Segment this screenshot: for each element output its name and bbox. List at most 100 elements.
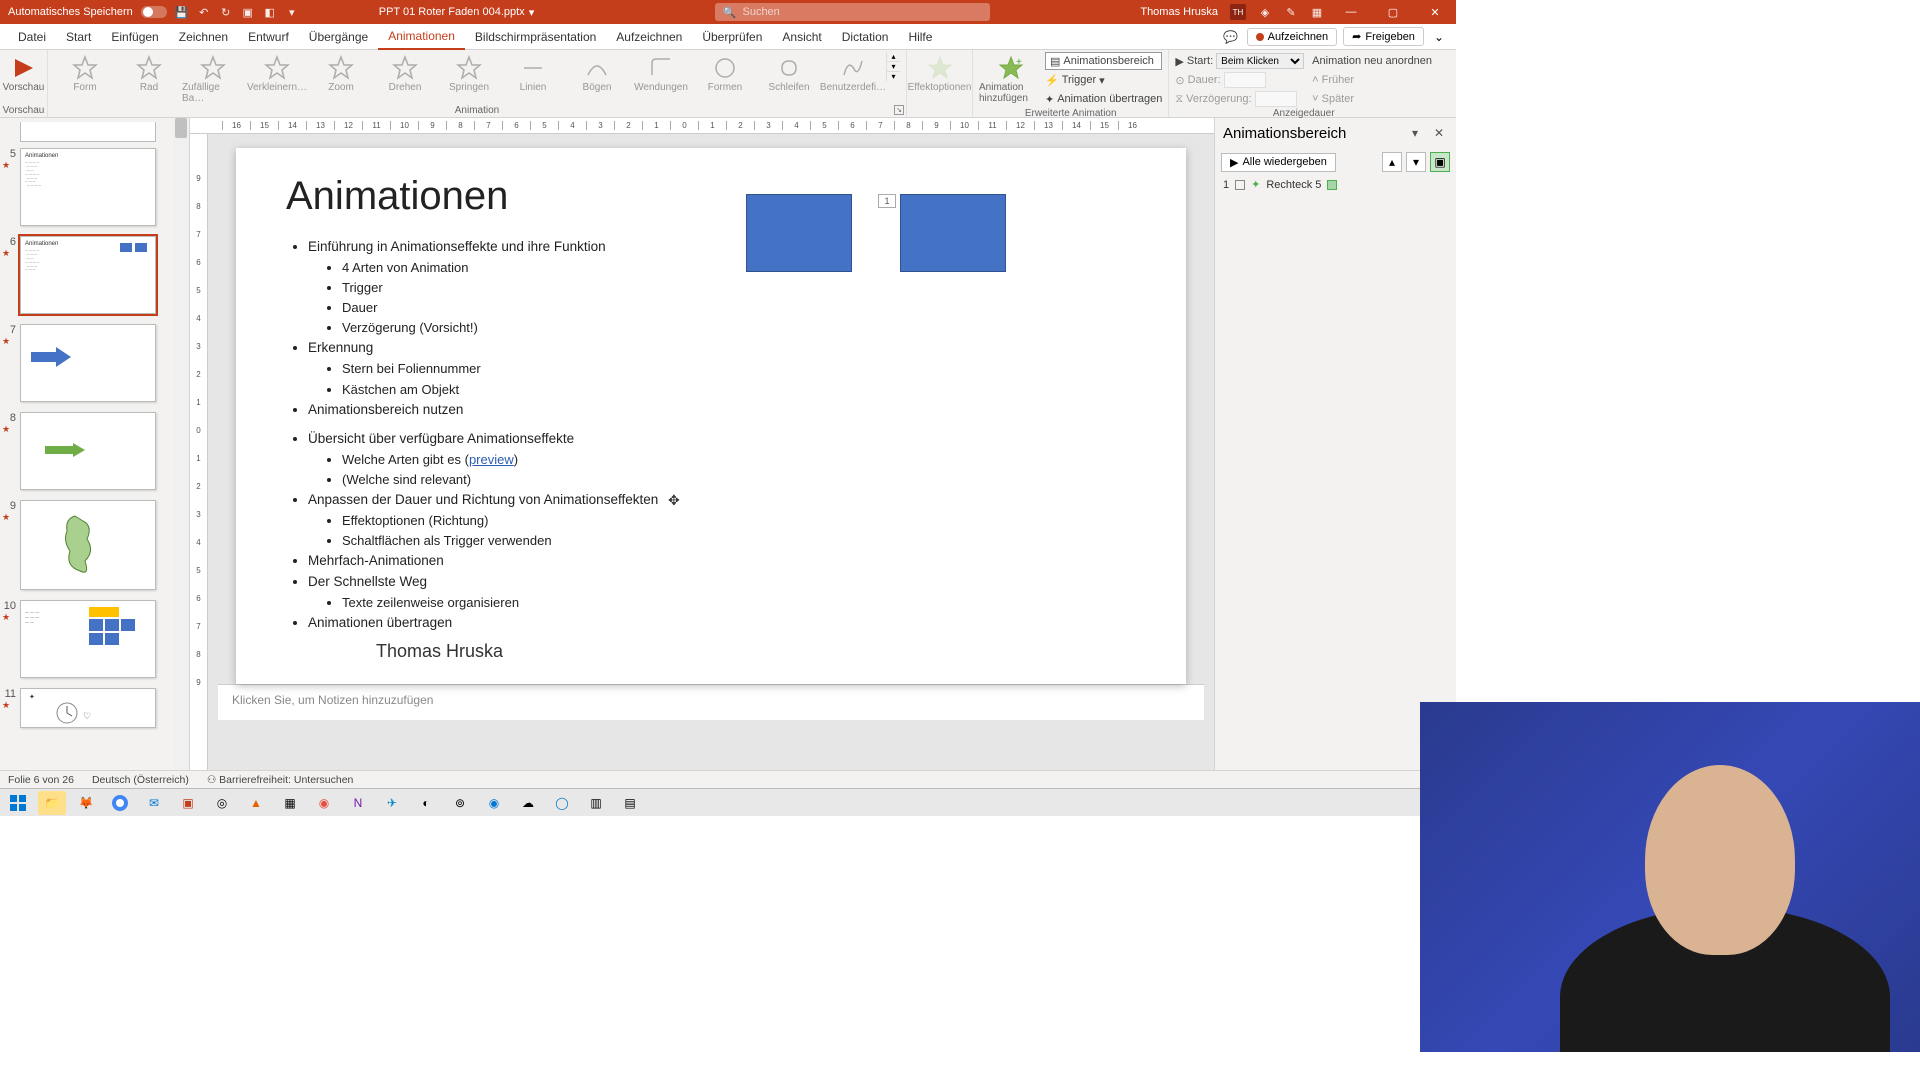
app-icon-7[interactable]: ☁: [514, 791, 542, 815]
slide-canvas[interactable]: Animationen Einführung in Animationseffe…: [236, 148, 1186, 684]
language-status[interactable]: Deutsch (Österreich): [92, 774, 189, 786]
app-icon-6[interactable]: ◉: [480, 791, 508, 815]
tab-hilfe[interactable]: Hilfe: [898, 24, 942, 50]
tab-start[interactable]: Start: [56, 24, 101, 50]
timeline-button[interactable]: ▣: [1430, 152, 1450, 172]
tab-einfuegen[interactable]: Einfügen: [101, 24, 168, 50]
redo-icon[interactable]: ↻: [219, 5, 233, 19]
minimize-button[interactable]: —: [1336, 0, 1366, 24]
app-icon-9[interactable]: ▤: [616, 791, 644, 815]
effect-springen[interactable]: Springen: [438, 52, 500, 93]
effect-zoom[interactable]: Zoom: [310, 52, 372, 93]
telegram-icon[interactable]: ✈: [378, 791, 406, 815]
move-earlier-button[interactable]: ˄Früher: [1312, 71, 1432, 89]
tab-aufzeichnen[interactable]: Aufzeichnen: [606, 24, 692, 50]
preview-button[interactable]: Vorschau: [2, 52, 46, 93]
user-avatar[interactable]: TH: [1230, 4, 1246, 20]
slide-thumb-partial[interactable]: [20, 122, 156, 142]
app-icon-3[interactable]: ◉: [310, 791, 338, 815]
tab-ansicht[interactable]: Ansicht: [772, 24, 831, 50]
animation-tag[interactable]: 1: [878, 194, 896, 208]
effect-formen[interactable]: Formen: [694, 52, 756, 93]
pane-options-icon[interactable]: ▾: [1406, 124, 1424, 142]
app-icon[interactable]: ◎: [208, 791, 236, 815]
slide-thumb-8[interactable]: 8★: [2, 412, 171, 490]
app-icon-8[interactable]: ▥: [582, 791, 610, 815]
slide-thumb-9[interactable]: 9★: [2, 500, 171, 590]
tab-ueberpruefen[interactable]: Überprüfen: [692, 24, 772, 50]
search-box[interactable]: 🔍: [715, 3, 990, 21]
accessibility-status[interactable]: ⚇ Barrierefreiheit: Untersuchen: [207, 774, 354, 786]
start-button[interactable]: [4, 791, 32, 815]
tab-bildschirmpraesentation[interactable]: Bildschirmpräsentation: [465, 24, 606, 50]
tab-dictation[interactable]: Dictation: [832, 24, 899, 50]
add-animation-button[interactable]: + Animation hinzufügen: [979, 52, 1043, 104]
qat-more-icon[interactable]: ▾: [285, 5, 299, 19]
user-name[interactable]: Thomas Hruska: [1140, 6, 1218, 18]
touch-icon[interactable]: ◧: [263, 5, 277, 19]
slide-thumb-11[interactable]: 11★ ✦♡: [2, 688, 171, 728]
autosave-toggle[interactable]: [141, 6, 167, 18]
record-button[interactable]: Aufzeichnen: [1247, 28, 1338, 46]
animation-item[interactable]: 1 ✦ Rechteck 5: [1215, 176, 1456, 193]
tab-animationen[interactable]: Animationen: [378, 24, 465, 50]
tab-uebergaenge[interactable]: Übergänge: [299, 24, 378, 50]
trigger-button[interactable]: ⚡Trigger ▾: [1045, 71, 1162, 89]
edge-icon[interactable]: ◯: [548, 791, 576, 815]
file-explorer-icon[interactable]: 📁: [38, 791, 66, 815]
notes-pane[interactable]: Klicken Sie, um Notizen hinzuzufügen: [218, 684, 1204, 720]
tab-zeichnen[interactable]: Zeichnen: [169, 24, 238, 50]
effect-verkleinern[interactable]: Verkleinern…: [246, 52, 308, 93]
chrome-icon[interactable]: [106, 791, 134, 815]
move-up-button[interactable]: ▴: [1382, 152, 1402, 172]
ribbon-options-icon[interactable]: ⌄: [1430, 30, 1448, 44]
coming-soon-icon[interactable]: ◈: [1258, 5, 1272, 19]
undo-icon[interactable]: ↶: [197, 5, 211, 19]
app-icon-4[interactable]: ◐: [412, 791, 440, 815]
slide-thumb-10[interactable]: 10★ — — —— — —— —: [2, 600, 171, 678]
play-all-button[interactable]: ▶Alle wiedergeben: [1221, 153, 1336, 172]
effect-boegen[interactable]: Bögen: [566, 52, 628, 93]
animation-pane-button[interactable]: ▤Animationsbereich: [1045, 52, 1162, 70]
effect-schleifen[interactable]: Schleifen: [758, 52, 820, 93]
start-select[interactable]: Beim Klicken: [1216, 53, 1304, 69]
slide-body[interactable]: Einführung in Animationseffekte und ihre…: [286, 237, 1136, 634]
gallery-scroll[interactable]: ▴ ▾ ▾: [886, 52, 900, 81]
delay-input[interactable]: [1255, 91, 1297, 107]
tab-entwurf[interactable]: Entwurf: [238, 24, 299, 50]
rectangle-shape-1[interactable]: [746, 194, 852, 272]
app-icon-5[interactable]: ⊚: [446, 791, 474, 815]
effect-drehen[interactable]: Drehen: [374, 52, 436, 93]
firefox-icon[interactable]: 🦊: [72, 791, 100, 815]
slide-author[interactable]: Thomas Hruska: [376, 641, 503, 662]
close-button[interactable]: ✕: [1420, 0, 1450, 24]
effect-options-button[interactable]: Effektoptionen: [910, 52, 970, 93]
slide-thumb-5[interactable]: 5★ Animationen— — — — — — — — —— — — — —…: [2, 148, 171, 226]
thumbnail-scrollbar[interactable]: [173, 118, 189, 770]
effect-form[interactable]: Form: [54, 52, 116, 93]
duration-input[interactable]: [1224, 72, 1266, 88]
preview-link[interactable]: preview: [469, 452, 514, 467]
rectangle-shape-2[interactable]: [900, 194, 1006, 272]
effect-rad[interactable]: Rad: [118, 52, 180, 93]
slide-thumb-7[interactable]: 7★: [2, 324, 171, 402]
powerpoint-icon[interactable]: ▣: [174, 791, 202, 815]
effect-linien[interactable]: Linien: [502, 52, 564, 93]
animation-painter-button[interactable]: ✦Animation übertragen: [1045, 90, 1162, 108]
close-pane-icon[interactable]: ✕: [1430, 124, 1448, 142]
draw-icon[interactable]: ✎: [1284, 5, 1298, 19]
maximize-button[interactable]: ▢: [1378, 0, 1408, 24]
vlc-icon[interactable]: ▲: [242, 791, 270, 815]
save-icon[interactable]: 💾: [175, 5, 189, 19]
outlook-icon[interactable]: ✉: [140, 791, 168, 815]
move-down-button[interactable]: ▾: [1406, 152, 1426, 172]
move-later-button[interactable]: ˅Später: [1312, 90, 1432, 108]
animation-dialog-launcher[interactable]: ↘: [894, 105, 904, 115]
slide-title[interactable]: Animationen: [286, 174, 1136, 219]
onenote-icon[interactable]: N: [344, 791, 372, 815]
effect-benutzerdef[interactable]: Benutzerdefi…: [822, 52, 884, 93]
from-beginning-icon[interactable]: ▣: [241, 5, 255, 19]
effect-zufaellig[interactable]: Zufällige Ba…: [182, 52, 244, 104]
effect-wendungen[interactable]: Wendungen: [630, 52, 692, 93]
layout-icon[interactable]: ▦: [1310, 5, 1324, 19]
